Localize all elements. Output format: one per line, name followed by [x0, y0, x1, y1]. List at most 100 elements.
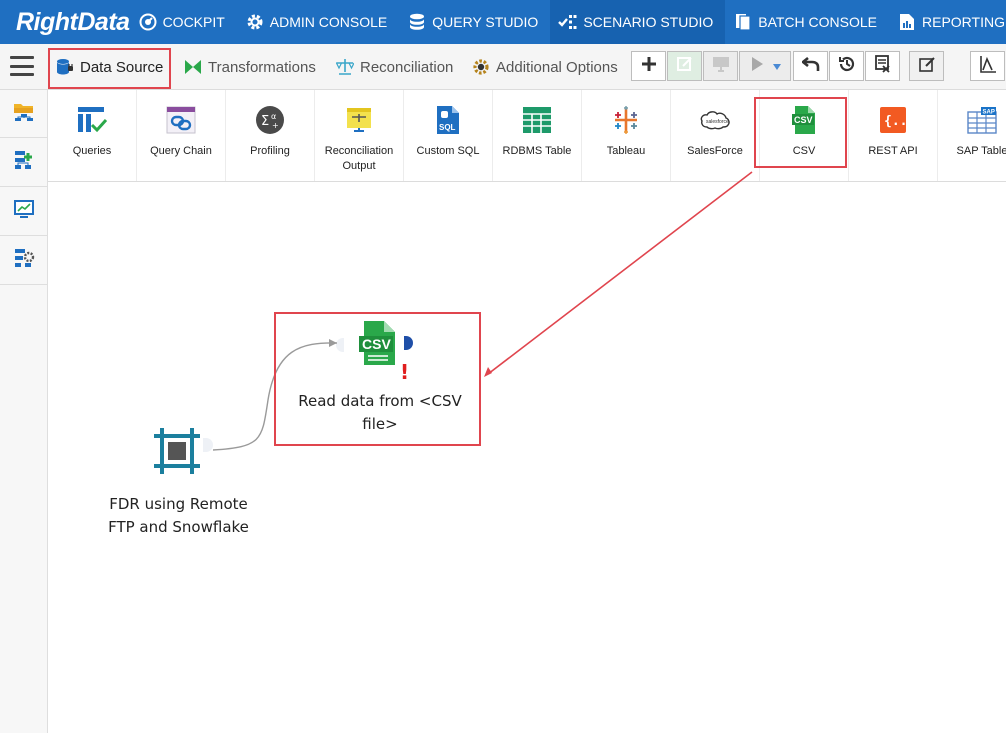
palette-profiling-label: Profiling	[250, 145, 290, 157]
palette-sap-table[interactable]: SAP SAP Table	[938, 90, 1006, 181]
ftp-node-output-port[interactable]	[203, 438, 213, 452]
tab-transformations[interactable]: Transformations	[184, 49, 316, 85]
csv-icon: CSV	[788, 104, 820, 136]
palette-query-chain-label: Query Chain	[150, 145, 212, 157]
export-button[interactable]	[865, 51, 900, 81]
table-icon	[521, 104, 553, 136]
palette-reconciliation-output-label: Reconciliation Output	[324, 145, 394, 172]
hamburger-bar	[10, 56, 34, 59]
csv-node-label: Read data from <CSV file>	[298, 392, 462, 433]
svg-text:CSV: CSV	[794, 115, 813, 125]
palette-profiling[interactable]: Σα + Profiling	[226, 90, 315, 181]
play-icon	[749, 56, 765, 77]
palette-query-chain[interactable]: Query Chain	[137, 90, 226, 181]
add-flow-icon	[13, 149, 35, 176]
svg-text:SAP: SAP	[983, 110, 995, 116]
monitor-chart-icon	[13, 199, 35, 224]
nav-scenario-studio[interactable]: SCENARIO STUDIO	[550, 0, 726, 44]
rail-add-scenario[interactable]	[0, 139, 47, 187]
gear-icon	[245, 12, 265, 32]
svg-text:+: +	[272, 121, 279, 130]
history-icon	[838, 55, 856, 78]
monitor-icon	[712, 56, 730, 77]
batch-icon	[733, 12, 753, 32]
studio-toolbar: Data Source Transformations Reconciliati…	[0, 44, 1006, 90]
csv-node-input-port[interactable]	[336, 338, 344, 352]
app-logo[interactable]: RightData	[0, 0, 130, 44]
tab-data-source[interactable]: Data Source	[56, 49, 163, 85]
csv-node-output-port[interactable]	[404, 336, 413, 350]
palette-rdbms-table[interactable]: RDBMS Table	[493, 90, 582, 181]
svg-text:SQL: SQL	[439, 123, 456, 132]
edit-icon	[676, 55, 694, 78]
run-button[interactable]	[739, 51, 791, 81]
csv-file-icon: CSV	[359, 321, 395, 365]
palette-queries[interactable]: Queries	[48, 90, 137, 181]
tab-additional-options-label: Additional Options	[496, 58, 618, 76]
add-button[interactable]	[631, 51, 666, 81]
palette-queries-label: Queries	[72, 145, 112, 157]
palette-custom-sql[interactable]: SQL Custom SQL	[404, 90, 493, 181]
history-button[interactable]	[829, 51, 864, 81]
svg-text:{..}: {..}	[884, 114, 907, 129]
nav-admin-console-label: ADMIN CONSOLE	[269, 14, 388, 30]
undo-button[interactable]	[793, 51, 828, 81]
palette-rest-api[interactable]: {..} REST API	[849, 90, 938, 181]
palette-csv[interactable]: CSV CSV	[760, 90, 849, 181]
palette-reconciliation-output[interactable]: Reconciliation Output	[315, 90, 404, 181]
palette-rdbms-table-label: RDBMS Table	[502, 145, 572, 157]
svg-text:Σ: Σ	[261, 114, 269, 129]
export-icon	[874, 54, 892, 78]
edit-mode-button[interactable]	[909, 51, 944, 81]
preview-button[interactable]	[703, 51, 738, 81]
left-rail	[0, 90, 48, 733]
sap-table-icon: SAP	[966, 104, 998, 136]
rail-dashboard[interactable]	[0, 188, 47, 236]
rail-settings-flow[interactable]	[0, 237, 47, 285]
palette-custom-sql-label: Custom SQL	[416, 145, 480, 157]
tab-additional-options[interactable]: Additional Options	[472, 49, 618, 85]
nav-reporting[interactable]: REPORTING	[889, 0, 1006, 44]
rail-open-folder[interactable]	[0, 90, 47, 138]
cockpit-icon	[138, 12, 158, 32]
report-icon	[897, 12, 917, 32]
edit-node-button[interactable]	[667, 51, 702, 81]
palette-tableau[interactable]: Tableau	[582, 90, 671, 181]
frame-node-icon	[152, 428, 202, 480]
ftp-node[interactable]	[152, 426, 202, 476]
folder-icon	[13, 101, 35, 126]
hamburger-bar	[10, 64, 34, 68]
palette-tableau-label: Tableau	[606, 145, 646, 157]
scale-icon	[336, 58, 354, 76]
menu-toggle-button[interactable]	[10, 56, 34, 76]
source-palette: Queries Query Chain Σα + Profiling Reconc…	[48, 90, 1006, 182]
nav-cockpit[interactable]: COCKPIT	[130, 0, 237, 44]
chain-icon	[165, 104, 197, 136]
svg-text:salesforce: salesforce	[706, 119, 729, 125]
sql-file-icon: SQL	[432, 104, 464, 136]
plus-icon	[641, 56, 657, 77]
palette-salesforce[interactable]: salesforce SalesForce	[671, 90, 760, 181]
scenario-canvas[interactable]: FDR using Remote FTP and Snowflake CSV !…	[48, 182, 1006, 733]
scenario-icon	[558, 12, 578, 32]
nav-batch-console[interactable]: BATCH CONSOLE	[725, 0, 889, 44]
nav-reporting-label: REPORTING	[922, 14, 1005, 30]
nav-query-studio[interactable]: QUERY STUDIO	[399, 0, 550, 44]
csv-node[interactable]: CSV	[357, 320, 397, 366]
nav-cockpit-label: COCKPIT	[162, 14, 225, 30]
nav-query-studio-label: QUERY STUDIO	[432, 14, 539, 30]
sigma-icon: Σα +	[254, 104, 286, 136]
database-icon	[407, 12, 427, 32]
palette-rest-api-label: REST API	[868, 145, 918, 157]
layout-button[interactable]	[970, 51, 1005, 81]
nav-admin-console[interactable]: ADMIN CONSOLE	[237, 0, 399, 44]
tableau-icon	[610, 104, 642, 136]
ftp-node-label: FDR using Remote FTP and Snowflake	[108, 495, 249, 536]
hamburger-bar	[10, 73, 34, 76]
queries-icon	[76, 104, 108, 136]
tab-reconciliation[interactable]: Reconciliation	[336, 49, 453, 85]
salesforce-icon: salesforce	[699, 104, 731, 136]
chart-curve-icon	[979, 55, 997, 78]
tab-transformations-label: Transformations	[208, 58, 316, 76]
undo-icon	[800, 56, 820, 77]
